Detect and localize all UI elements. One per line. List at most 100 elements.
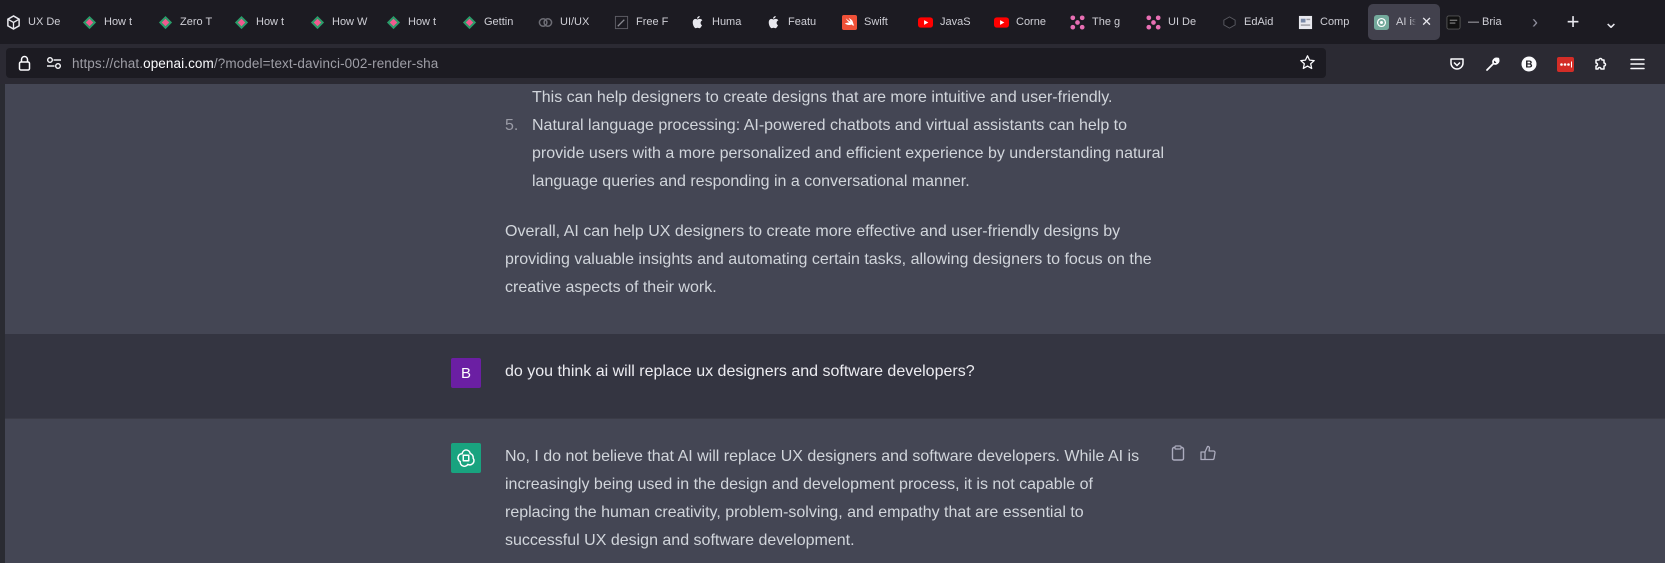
tab-label: The g xyxy=(1092,16,1121,28)
apple-logo-icon xyxy=(766,15,781,30)
pink-dots-icon xyxy=(1070,14,1085,30)
tab-9[interactable]: Huma xyxy=(684,4,760,40)
tab-controls: › + ⌄ xyxy=(1516,4,1630,40)
user-avatar: B xyxy=(451,358,481,388)
url-text[interactable]: https://chat.openai.com/?model=text-davi… xyxy=(72,56,438,71)
svg-text:B: B xyxy=(1525,60,1532,71)
summary-paragraph: Overall, AI can help UX designers to cre… xyxy=(505,223,1152,296)
list-item-number: 5. xyxy=(505,117,519,134)
tab-label: How W xyxy=(332,16,368,28)
green-gem-icon xyxy=(310,15,325,30)
lastpass-icon[interactable] xyxy=(1547,44,1583,84)
tab-list: UX De How t Zero T How t How W How t Get… xyxy=(0,0,1510,44)
tab-6[interactable]: Gettin xyxy=(456,4,532,40)
navigation-toolbar: https://chat.openai.com/?model=text-davi… xyxy=(0,44,1665,84)
swift-logo-icon xyxy=(842,14,857,30)
tab-7[interactable]: UI/UX xyxy=(532,4,608,40)
tab-8[interactable]: Free F xyxy=(608,4,684,40)
tab-2[interactable]: Zero T xyxy=(152,4,228,40)
lock-icon[interactable] xyxy=(16,55,32,71)
tab-0[interactable]: UX De xyxy=(0,4,76,40)
user-message-text: do you think ai will replace ux designer… xyxy=(505,363,975,380)
tab-label: UX De xyxy=(28,16,61,28)
list-item-text: Natural language processing: AI-powered … xyxy=(532,117,1165,190)
edaid-logo-icon xyxy=(1222,15,1237,30)
list-item-continuation: This can help designers to create design… xyxy=(505,84,1175,112)
cc-logo-icon xyxy=(538,15,553,30)
toolbar-icons: B xyxy=(1439,44,1655,84)
hamburger-menu-icon[interactable] xyxy=(1619,44,1655,84)
url-prefix: https://chat. xyxy=(72,55,144,71)
tab-label: Zero T xyxy=(180,16,213,28)
tab-label: Corne xyxy=(1016,16,1046,28)
green-gem-icon xyxy=(82,15,97,30)
scroll-tabs-right-icon[interactable]: › xyxy=(1516,4,1554,40)
hexagon-logo-icon xyxy=(6,14,21,30)
tab-5[interactable]: How t xyxy=(380,4,456,40)
tab-label: JavaS xyxy=(940,16,971,28)
list-item: 5. Natural language processing: AI-power… xyxy=(505,112,1175,196)
openai-logo-icon xyxy=(1374,14,1389,30)
tab-19[interactable]: — Bria xyxy=(1440,4,1510,40)
url-rest: /?model=text-davinci-002-render-sha xyxy=(213,55,439,71)
tab-label: AI is xyxy=(1396,16,1416,28)
user-message: B do you think ai will replace ux design… xyxy=(5,334,1665,418)
bookmark-star-icon[interactable] xyxy=(1299,54,1316,76)
tab-3[interactable]: How t xyxy=(228,4,304,40)
new-tab-button[interactable]: + xyxy=(1554,4,1592,40)
tab-label: Gettin xyxy=(484,16,514,28)
copy-clipboard-icon[interactable] xyxy=(1170,445,1186,461)
permissions-icon[interactable] xyxy=(46,56,62,70)
wrench-icon[interactable] xyxy=(1475,44,1511,84)
youtube-icon xyxy=(918,15,933,30)
assistant-message: No, I do not believe that AI will replac… xyxy=(5,418,1665,563)
tab-label: Comp xyxy=(1320,16,1350,28)
list-item-text: This can help designers to create design… xyxy=(532,89,1113,106)
numbered-list: This can help designers to create design… xyxy=(505,84,1175,196)
tab-14[interactable]: The g xyxy=(1064,4,1140,40)
close-tab-icon[interactable]: ✕ xyxy=(1421,14,1432,30)
tab-label: EdAid xyxy=(1244,16,1274,28)
tab-16[interactable]: EdAid xyxy=(1216,4,1292,40)
message-actions xyxy=(1170,445,1216,461)
url-host: openai.com xyxy=(143,55,214,71)
tab-label: UI De xyxy=(1168,16,1197,28)
tab-17[interactable]: Comp xyxy=(1292,4,1368,40)
tab-15[interactable]: UI De xyxy=(1140,4,1216,40)
tab-4[interactable]: How W xyxy=(304,4,380,40)
tab-1[interactable]: How t xyxy=(76,4,152,40)
tab-12[interactable]: JavaS xyxy=(912,4,988,40)
address-bar[interactable]: https://chat.openai.com/?model=text-davi… xyxy=(6,48,1326,78)
tab-label: Huma xyxy=(712,16,742,28)
bitwarden-b-icon[interactable]: B xyxy=(1511,44,1547,84)
tab-label: Swift xyxy=(864,16,888,28)
pen-icon xyxy=(614,15,629,30)
tab-11[interactable]: Swift xyxy=(836,4,912,40)
pink-dots-icon xyxy=(1146,14,1161,30)
apple-logo-icon xyxy=(690,15,705,30)
pocket-icon[interactable] xyxy=(1439,44,1475,84)
green-gem-icon xyxy=(158,15,173,30)
tab-label: — Bria xyxy=(1468,16,1502,28)
youtube-icon xyxy=(994,15,1009,30)
green-gem-icon xyxy=(462,15,477,30)
extensions-puzzle-icon[interactable] xyxy=(1583,44,1619,84)
chat-view: This can help designers to create design… xyxy=(0,84,1665,563)
tab-label: How t xyxy=(104,16,133,28)
green-gem-icon xyxy=(234,15,249,30)
green-gem-icon xyxy=(386,15,401,30)
tab-10[interactable]: Featu xyxy=(760,4,836,40)
assistant-message-previous: This can help designers to create design… xyxy=(5,84,1665,334)
tab-13[interactable]: Corne xyxy=(988,4,1064,40)
tab-label: Featu xyxy=(788,16,817,28)
thumbs-up-icon[interactable] xyxy=(1200,445,1216,461)
tab-label: How t xyxy=(256,16,285,28)
dark-square-icon xyxy=(1446,14,1461,30)
list-all-tabs-icon[interactable]: ⌄ xyxy=(1592,4,1630,40)
tab-label: How t xyxy=(408,16,437,28)
chatgpt-avatar-icon xyxy=(451,443,481,473)
tab-label: UI/UX xyxy=(560,16,590,28)
doc-icon xyxy=(1298,15,1313,30)
tab-strip: UX De How t Zero T How t How W How t Get… xyxy=(0,0,1665,44)
tab-18-active[interactable]: AI is ✕ xyxy=(1368,4,1440,40)
